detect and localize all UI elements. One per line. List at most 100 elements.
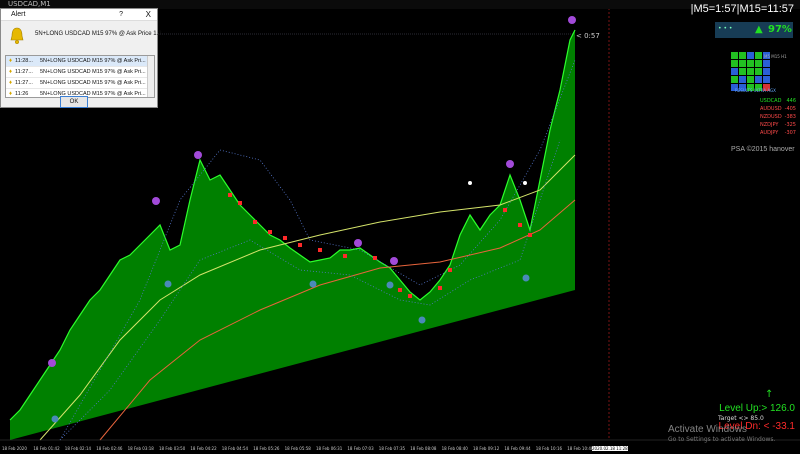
grid-cell: [747, 76, 754, 83]
sell-arrow-marker: [438, 286, 442, 290]
grid-cell: [731, 52, 738, 59]
grid-cell: [747, 68, 754, 75]
timeframe-clock: |M5=1:57|M15=11:57: [690, 3, 794, 15]
grid-cell: [763, 68, 770, 75]
grid-cell: [731, 68, 738, 75]
grid-cell: [755, 68, 762, 75]
x-tick-label: 18 Feb 04:22: [190, 446, 217, 451]
strength-widget: • • • ▲ 97%: [715, 22, 793, 38]
x-tick-label: 18 Feb 08:08: [410, 446, 437, 451]
x-tick-label: 18 Feb 07:35: [378, 446, 406, 451]
alert-list-scrollbar[interactable]: [147, 56, 154, 97]
bell-small-icon: ♦: [8, 58, 13, 64]
mini-header: M5 M15 H1: [764, 54, 787, 59]
pair-name: NZDJPY: [760, 122, 779, 128]
row-text: 5N+LONG USDCAD M15 97% @ Ask Pri...: [40, 69, 146, 75]
sell-signal-marker[interactable]: [194, 151, 202, 159]
grid-cell: [763, 76, 770, 83]
bell-icon: [10, 27, 24, 45]
list-item[interactable]: ♦ 11:27... 5N+LONG USDCAD M15 97% @ Ask Pr…: [6, 67, 154, 78]
sell-arrow-marker: [343, 254, 347, 258]
pair-row: AUDJPY -307: [760, 129, 796, 137]
sell-arrow-marker: [398, 288, 402, 292]
sell-signal-marker[interactable]: [152, 197, 160, 205]
row-text: 5N+LONG USDCAD M15 97% @ Ask Pri...: [40, 58, 146, 64]
chart-title: USDCAD,M1: [8, 0, 51, 8]
grid-cell: [739, 76, 746, 83]
strength-percent: 97%: [768, 24, 792, 35]
x-tick-label: 2020.02.18 11:28: [592, 446, 628, 451]
x-tick-label: 18 Feb 10:48: [567, 446, 594, 451]
pair-value: -325: [784, 122, 796, 128]
activate-windows-watermark: Activate Windows: [668, 424, 747, 435]
x-axis-labels: 18 Feb 2020 18 Feb 01:42 18 Feb 02:14 18 Fe…: [0, 446, 800, 454]
x-tick-label: 18 Feb 2020: [2, 446, 27, 451]
sell-signal-marker[interactable]: [568, 16, 576, 24]
sell-arrow-marker: [283, 236, 287, 240]
copyright-label: PSA ©2015 hanover: [731, 146, 795, 153]
x-tick-label: 18 Feb 08:40: [441, 446, 468, 451]
x-tick-label: 18 Feb 03:18: [127, 446, 154, 451]
alert-title: Alert: [11, 11, 26, 18]
sell-arrow-marker: [448, 268, 452, 272]
x-tick-label: 18 Feb 04:54: [221, 446, 249, 451]
level-down-value: -33.1: [772, 421, 795, 432]
activate-windows-subtext: Go to Settings to activate Windows.: [668, 436, 776, 443]
sell-arrow-marker: [298, 243, 302, 247]
widget-dots: • • •: [718, 25, 733, 32]
sell-signal-marker[interactable]: [354, 239, 362, 247]
list-item[interactable]: ♦ 11:27... 5N+LONG USDCAD M15 97% @ Ask Pr…: [6, 78, 154, 89]
alert-title-bar[interactable]: Alert ? X: [1, 9, 157, 21]
help-icon[interactable]: ?: [119, 9, 123, 20]
grid-cell: [763, 60, 770, 67]
sell-arrow-marker: [528, 233, 532, 237]
buy-signal-marker[interactable]: [51, 415, 59, 423]
level-up-label: Level Up:>: [719, 403, 768, 414]
ok-button[interactable]: OK: [60, 96, 88, 108]
alert-dialog[interactable]: Alert ? X 5N+LONG USDCAD M15 97% @ Ask P…: [0, 8, 162, 108]
row-text: 5N+LONG USDCAD M15 97% @ Ask Pri...: [40, 91, 146, 97]
buy-signal-marker[interactable]: [418, 316, 426, 324]
buy-signal-marker[interactable]: [164, 280, 172, 288]
alert-message: 5N+LONG USDCAD M15 97% @ Ask Price 1.3: [35, 31, 162, 37]
pair-name: USDCAD: [760, 98, 782, 104]
pair-name: AUDJPY: [760, 130, 779, 136]
x-tick-label: 18 Feb 02:46: [96, 446, 123, 451]
sell-signal-marker[interactable]: [48, 359, 56, 367]
bell-small-icon: ♦: [8, 69, 13, 75]
sell-arrow-marker: [408, 294, 412, 298]
alert-list[interactable]: ♦ 11:28... 5N+LONG USDCAD M15 97% @ Ask Pr…: [5, 55, 155, 98]
grid-cell: [747, 52, 754, 59]
currency-pair-list: USDCAD 446 AUDUSD -405 NZDUSD -383 NZDJPY -325 A…: [760, 97, 796, 137]
pair-value: -383: [784, 114, 796, 120]
level-up-value: 126.0: [769, 403, 795, 414]
sell-arrow-marker: [228, 193, 232, 197]
x-tick-label: 18 Feb 01:42: [33, 446, 60, 451]
pair-value: -307: [784, 130, 796, 136]
buy-signal-marker[interactable]: [522, 274, 530, 282]
x-tick-label: 18 Feb 10:16: [535, 446, 563, 451]
buy-signal-marker[interactable]: [386, 281, 394, 289]
list-item[interactable]: ♦ 11:28... 5N+LONG USDCAD M15 97% @ Ask Pr…: [6, 56, 154, 67]
grid-cell: [739, 60, 746, 67]
bell-small-icon: ♦: [8, 80, 13, 86]
bell-small-icon: ♦: [8, 91, 13, 97]
pivot-dot[interactable]: [468, 181, 472, 185]
grid-cell: [747, 60, 754, 67]
sell-signal-marker[interactable]: [506, 160, 514, 168]
sell-arrow-marker: [268, 230, 272, 234]
x-tick-label: 18 Feb 09:44: [504, 446, 531, 451]
x-tick-label: 18 Feb 09:12: [473, 446, 500, 451]
pair-row: NZDJPY -325: [760, 121, 796, 129]
sell-signal-marker[interactable]: [390, 257, 398, 265]
grid-cell: [739, 68, 746, 75]
grid-cell: [755, 52, 762, 59]
grid-cell: [731, 60, 738, 67]
close-icon[interactable]: X: [146, 9, 151, 20]
row-time: 11:27...: [15, 80, 33, 86]
pivot-dot[interactable]: [523, 181, 527, 185]
row-time: 11:27...: [15, 69, 33, 75]
ultra-label: RESULTS ULTRA AGX: [735, 88, 776, 93]
buy-signal-marker[interactable]: [309, 280, 317, 288]
grid-cell: [739, 52, 746, 59]
